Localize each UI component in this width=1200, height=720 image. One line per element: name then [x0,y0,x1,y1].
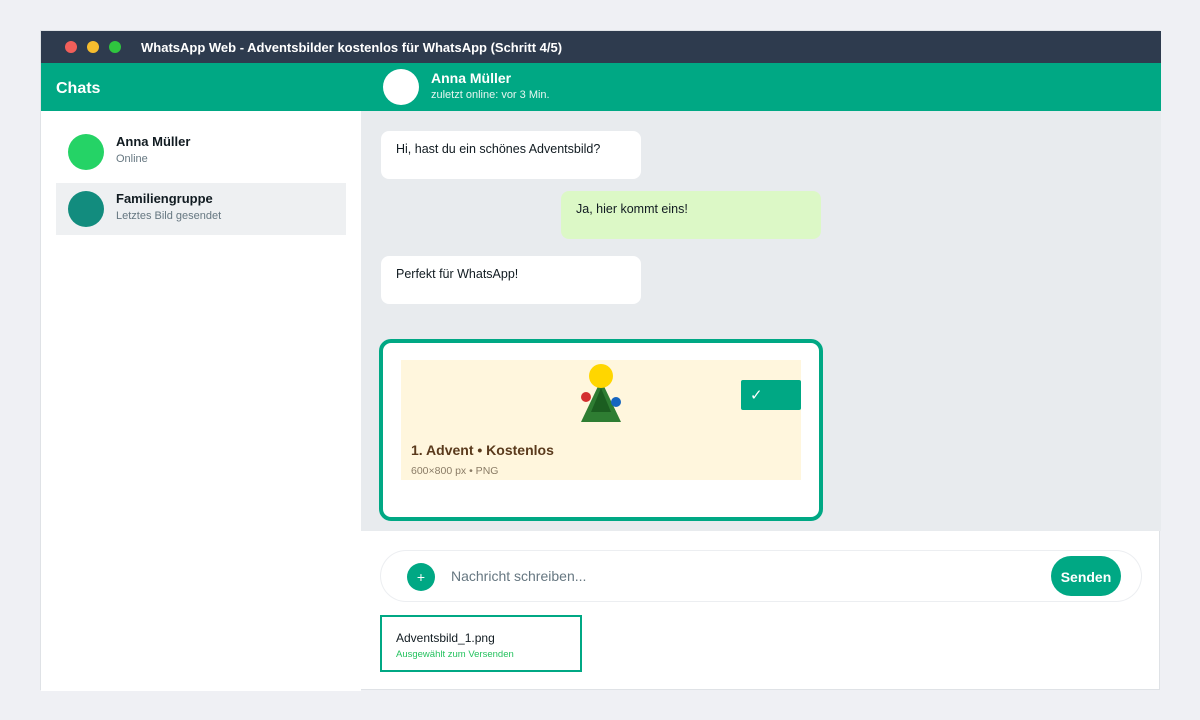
attach-plus-button[interactable]: + [407,563,435,591]
attachment-filename: Adventsbild_1.png [396,631,495,645]
chat-item-status: Letztes Bild gesendet [116,210,222,222]
chat-item-name: Anna Müller [116,134,191,149]
title-bar: WhatsApp Web - Adventsbilder kostenlos f… [41,31,1161,63]
sidebar-title: Chats [56,80,101,97]
chat-item-status: Online [116,153,148,165]
message-incoming: Perfekt für WhatsApp! [381,256,641,304]
chat-item-familiengruppe[interactable]: Familiengruppe Letztes Bild gesendet [56,183,346,235]
select-image-button[interactable]: ✓ [741,380,801,410]
chat-list: Anna Müller Online Familiengruppe Letzte… [41,111,361,691]
app-window: WhatsApp Web - Adventsbilder kostenlos f… [40,30,1161,691]
contact-name: Anna Müller [431,70,512,86]
close-window-button[interactable] [65,41,77,53]
chat-item-name: Familiengruppe [116,191,213,206]
advent-image: ✓ 1. Advent • Kostenlos 600×800 px • PNG [401,360,801,480]
attachment-preview[interactable]: Adventsbild_1.png Ausgewählt zum Versend… [380,615,582,672]
message-composer: + Senden [381,551,1141,601]
message-input[interactable] [441,561,1061,591]
sidebar-header: Chats [41,63,361,111]
maximize-window-button[interactable] [109,41,121,53]
minimize-window-button[interactable] [87,41,99,53]
chat-item-anna-mueller[interactable]: Anna Müller Online [56,126,346,178]
chat-header: Anna Müller zuletzt online: vor 3 Min. [361,63,1161,111]
image-meta: 600×800 px • PNG [411,465,499,477]
window-title: WhatsApp Web - Adventsbilder kostenlos f… [141,40,563,55]
image-preview-card[interactable]: ✓ 1. Advent • Kostenlos 600×800 px • PNG [379,339,823,521]
message-incoming: Hi, hast du ein schönes Adventsbild? [381,131,641,179]
send-button[interactable]: Senden [1051,556,1121,596]
christmas-tree-icon [581,364,621,422]
avatar [68,191,104,227]
avatar [68,134,104,170]
attachment-status: Ausgewählt zum Versenden [396,649,514,660]
image-title: 1. Advent • Kostenlos [411,442,554,458]
contact-avatar[interactable] [383,69,419,105]
message-area: Hi, hast du ein schönes Adventsbild? Ja,… [361,111,1161,531]
message-outgoing: Ja, hier kommt eins! [561,191,821,239]
contact-status: zuletzt online: vor 3 Min. [431,89,550,101]
